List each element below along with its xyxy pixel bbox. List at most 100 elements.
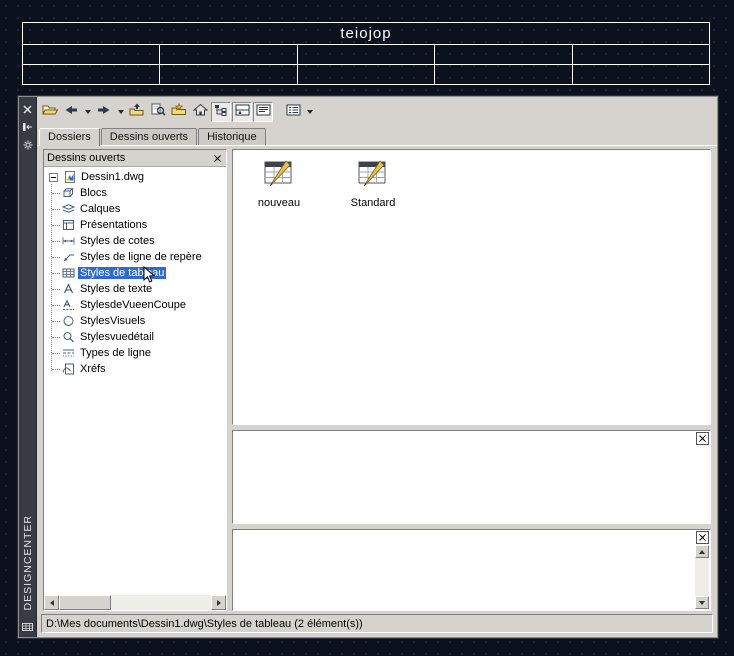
tree-item-xrefs[interactable]: Xréfs [44,361,226,377]
tree-pane-header: Dessins ouverts [44,150,226,167]
visual-style-icon [61,315,76,328]
drawing-table-cell [23,45,161,64]
forward-arrow-icon [97,103,111,121]
chevron-down-icon [306,110,313,114]
tab-dossiers[interactable]: Dossiers [39,128,100,146]
load-open-folder-icon [41,103,59,121]
views-dropdown[interactable] [304,101,315,123]
drawing-table-cell [298,45,436,64]
search-button[interactable] [148,102,168,122]
chevron-down-icon [84,110,91,114]
drawing-table: teiojop [22,22,710,85]
drawing-table-cell [573,65,709,84]
palette-title-vertical: DESIGNCENTER [21,514,34,610]
drawing-table-cell [298,65,436,84]
tree-item-blocs[interactable]: Blocs [44,185,226,201]
description-toggle-icon [256,103,271,121]
preview-toggle-button[interactable] [232,102,252,122]
tab-historique[interactable]: Historique [198,128,266,145]
arrow-right-icon [216,599,221,606]
tree-item-types-de-ligne[interactable]: Types de ligne [44,345,226,361]
tree-item-styles-visuels[interactable]: StylesVisuels [44,313,226,329]
table-style-item-icon [262,158,296,193]
tree-item-styles-de-cotes[interactable]: Styles de cotes [44,233,226,249]
tree-item-styles-de-tableau[interactable]: Styles de tableau [44,265,226,281]
xref-icon [61,363,76,376]
tree-pane-title: Dessins ouverts [47,152,126,164]
selected-tree-label: Styles de tableau [78,267,167,279]
description-pane [232,529,711,611]
preview-pane [232,430,711,524]
content-item-standard[interactable]: Standard [333,158,413,209]
tree-root-dessin1[interactable]: Dessin1.dwg [44,169,226,185]
tree-item-styles-de-ligne-de-repere[interactable]: Styles de ligne de repère [44,249,226,265]
table-style-icon [61,267,76,280]
forward-button[interactable] [94,102,114,122]
autohide-icon[interactable] [22,121,34,133]
content-item-nouveau[interactable]: nouveau [239,158,319,209]
autocad-canvas: teiojop DESIGNCENTER Dossiers Dessins ou… [0,0,734,656]
tab-dessins-ouverts[interactable]: Dessins ouverts [100,128,198,145]
drawing-table-cell [573,45,709,64]
description-scrollbar[interactable] [695,545,709,609]
properties-icon[interactable] [22,139,34,151]
back-arrow-icon [64,103,78,121]
description-toggle-button[interactable] [253,102,273,122]
designcenter-toolbar [37,97,717,126]
layout-icon [61,219,76,232]
tree-horizontal-scrollbar[interactable] [44,594,226,610]
drawing-table-cell [23,65,161,84]
up-button[interactable] [127,102,147,122]
close-tree-button[interactable] [211,152,223,164]
dwg-file-icon [62,171,77,184]
tree-root-label: Dessin1.dwg [81,171,144,183]
tree-item-presentations[interactable]: Présentations [44,217,226,233]
scroll-up-button[interactable] [695,545,709,558]
close-description-button[interactable] [696,531,709,544]
drawing-table-title: teiojop [23,23,709,45]
text-style-icon [61,283,76,296]
dimension-style-icon [61,235,76,248]
tree-pane: Dessins ouverts Dessin1.dwg Blocs Calque… [43,149,227,611]
tree-item-styles-de-texte[interactable]: Styles de texte [44,281,226,297]
home-button[interactable] [190,102,210,122]
close-preview-button[interactable] [696,432,709,445]
scrollbar-track[interactable] [111,595,211,610]
content-item-label: nouveau [257,197,301,209]
scroll-right-button[interactable] [211,595,226,610]
content-pane[interactable]: nouveau Standard [232,149,711,425]
tree-item-styles-vue-en-coupe[interactable]: StylesdeVueenCoupe [44,297,226,313]
drawing-table-cell [160,65,298,84]
designcenter-palette: DESIGNCENTER Dossiers Dessins ouverts Hi… [18,96,718,638]
favorites-icon [171,102,187,121]
detail-view-style-icon [61,331,76,344]
tree-item-styles-vue-detail[interactable]: Stylesvuedétail [44,329,226,345]
views-button[interactable] [283,102,303,122]
chevron-down-icon [117,110,124,114]
scrollbar-track[interactable] [695,558,709,596]
tree-view[interactable]: Dessin1.dwg Blocs Calques Présentations … [44,167,226,594]
collapse-toggle[interactable] [48,171,59,184]
status-bar: D:\Mes documents\Dessin1.dwg\Styles de t… [41,614,713,633]
favorites-button[interactable] [169,102,189,122]
forward-dropdown[interactable] [115,101,126,123]
load-button[interactable] [40,102,60,122]
table-style-item-icon [356,158,390,193]
search-icon [151,103,166,121]
up-folder-icon [129,103,145,121]
content-item-label: Standard [350,197,396,209]
palette-titlebar[interactable]: DESIGNCENTER [19,97,37,637]
back-button[interactable] [61,102,81,122]
status-text: D:\Mes documents\Dessin1.dwg\Styles de t… [46,617,363,630]
linetype-icon [61,347,76,360]
scroll-down-button[interactable] [695,596,709,609]
drawing-table-cell [435,45,573,64]
scroll-left-button[interactable] [44,595,59,610]
close-icon[interactable] [22,103,34,115]
back-dropdown[interactable] [82,101,93,123]
scrollbar-thumb[interactable] [59,595,111,610]
layers-icon [61,203,76,216]
arrow-up-icon [699,549,705,554]
tree-item-calques[interactable]: Calques [44,201,226,217]
tree-toggle-button[interactable] [211,102,231,122]
